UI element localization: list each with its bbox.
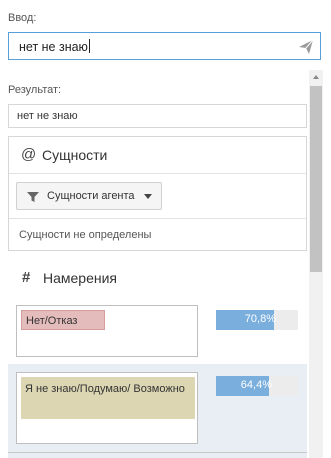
entities-card: @ Сущности Сущности агента Сущности не о… bbox=[8, 136, 307, 251]
intents-title: Намерения bbox=[43, 270, 118, 286]
intent-score-text: 64,4% bbox=[240, 379, 272, 391]
entities-header: @ Сущности bbox=[9, 137, 306, 174]
result-value: нет не знаю bbox=[17, 110, 78, 122]
intent-box: Я не знаю/Подумаю/ Возможно bbox=[16, 372, 198, 444]
hash-icon: # bbox=[22, 269, 31, 286]
result-field: нет не знаю bbox=[8, 104, 307, 128]
intent-score-text: 70,8% bbox=[244, 313, 276, 325]
query-input[interactable]: нет не знаю bbox=[8, 32, 321, 60]
filter-icon bbox=[27, 192, 39, 202]
intent-box: Нет/Отказ bbox=[16, 305, 198, 357]
send-icon[interactable] bbox=[298, 39, 314, 55]
intent-score-bar: 70,8% bbox=[216, 310, 298, 330]
intent-tag: Нет/Отказ bbox=[21, 310, 105, 330]
intents-section: # Намерения Нет/Отказ 70,8% Я не знаю/По… bbox=[8, 256, 307, 458]
result-label: Результат: bbox=[8, 84, 62, 96]
entities-filter-dropdown[interactable]: Сущности агента bbox=[16, 182, 162, 210]
input-label: Ввод: bbox=[8, 12, 37, 24]
intent-row[interactable]: Нет/Отказ 70,8% bbox=[8, 304, 307, 358]
entities-title: Сущности bbox=[42, 147, 108, 163]
chevron-down-icon bbox=[144, 194, 152, 199]
divider bbox=[9, 218, 306, 219]
query-input-text: нет не знаю bbox=[19, 39, 90, 54]
intent-score-bar: 64,4% bbox=[216, 376, 298, 396]
scrollbar-thumb[interactable] bbox=[310, 86, 322, 272]
scroll-up-icon[interactable] bbox=[309, 70, 323, 84]
filter-label: Сущности агента bbox=[47, 190, 135, 202]
intent-tag: Я не знаю/Подумаю/ Возможно bbox=[21, 377, 195, 419]
entities-empty-text: Сущности не определены bbox=[19, 229, 152, 241]
intent-row-selected[interactable]: Я не знаю/Подумаю/ Возможно 64,4% bbox=[8, 364, 307, 458]
divider bbox=[8, 452, 307, 453]
at-icon: @ bbox=[21, 146, 37, 163]
